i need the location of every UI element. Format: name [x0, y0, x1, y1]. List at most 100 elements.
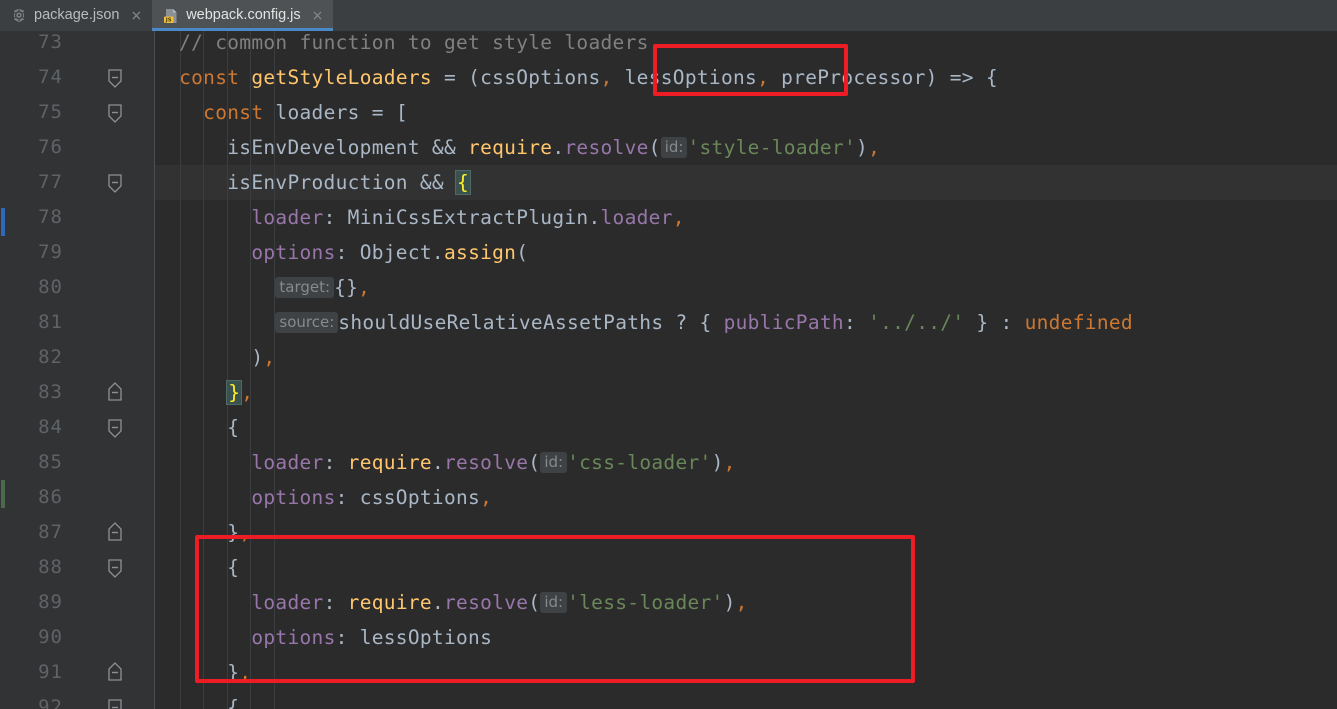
code-token: preProcessor) => { — [769, 66, 998, 89]
code-token: ) — [155, 346, 264, 369]
code-token: , — [358, 276, 371, 299]
line-number: 90 — [38, 626, 63, 648]
code-token: : — [323, 451, 348, 474]
code-line: loader: require.resolve(id:'css-loader')… — [155, 445, 736, 480]
line-number: 78 — [38, 206, 63, 228]
fold-end-icon[interactable] — [103, 655, 127, 690]
code-token: loader — [251, 451, 324, 474]
fold-end-icon[interactable] — [103, 515, 127, 550]
line-number: 74 — [38, 66, 63, 88]
tab-label: webpack.config.js — [186, 7, 301, 24]
line-number: 81 — [38, 311, 63, 333]
code-token: publicPath — [723, 311, 844, 334]
code-line: { — [155, 410, 239, 445]
code-token: . — [431, 451, 444, 474]
code-token: , — [757, 66, 770, 89]
line-number: 85 — [38, 451, 63, 473]
code-token: isEnvProduction && — [155, 171, 456, 194]
fold-collapse-icon[interactable] — [103, 550, 127, 585]
code-token: resolve — [564, 136, 649, 159]
code-token: : lessOptions — [335, 626, 493, 649]
line-number: 75 — [38, 101, 63, 123]
code-token: resolve — [444, 591, 529, 614]
line-number: 83 — [38, 381, 63, 403]
svg-text:JS: JS — [165, 17, 172, 23]
tab-webpack-config-js[interactable]: JS webpack.config.js × — [152, 0, 334, 31]
code-token: : — [843, 311, 869, 334]
fold-collapse-icon[interactable] — [103, 410, 127, 445]
code-token: options — [251, 626, 336, 649]
fold-collapse-icon[interactable] — [103, 60, 127, 95]
code-token: , — [600, 66, 613, 89]
close-icon[interactable]: × — [312, 9, 324, 23]
code-token: cssOptions — [480, 66, 601, 89]
line-number: 91 — [38, 661, 63, 683]
tab-package-json[interactable]: package.json × — [0, 0, 153, 31]
code-token: ( — [648, 136, 661, 159]
code-token: } — [155, 661, 240, 684]
code-token: ( — [528, 591, 541, 614]
line-number: 86 — [38, 486, 63, 508]
code-line: loader: MiniCssExtractPlugin.loader, — [155, 200, 685, 235]
code-line: { — [155, 550, 239, 585]
code-token: isEnvDevelopment && — [155, 136, 469, 159]
code-token: getStyleLoaders — [251, 66, 432, 89]
code-line: }, — [155, 375, 253, 410]
code-token: require — [468, 136, 553, 159]
code-token: } — [155, 521, 240, 544]
code-line: { — [155, 690, 239, 709]
code-token: 'style-loader' — [687, 136, 857, 159]
ide-window: package.json × JS webpack.config.js × 73… — [0, 0, 1337, 709]
code-line: // common function to get style loaders — [155, 31, 649, 60]
parameter-hint-inlay: target: — [275, 277, 335, 298]
code-token: const — [203, 101, 264, 124]
close-icon[interactable]: × — [130, 9, 142, 23]
code-token: , — [239, 661, 252, 684]
code-token: 'css-loader' — [567, 451, 712, 474]
line-number: 84 — [38, 416, 63, 438]
fold-collapse-icon[interactable] — [103, 165, 127, 200]
code-token: {} — [334, 276, 359, 299]
parameter-hint-inlay: id: — [540, 452, 568, 473]
code-token: . — [431, 591, 444, 614]
code-token: loaders = [ — [263, 101, 408, 124]
code-token: . — [552, 136, 565, 159]
fold-collapse-icon[interactable] — [103, 690, 127, 709]
code-token: undefined — [1024, 311, 1133, 334]
matching-brace-highlight: } — [227, 381, 242, 404]
line-number: 77 — [38, 171, 63, 193]
line-number: 80 — [38, 276, 63, 298]
code-token: loader — [600, 206, 673, 229]
parameter-hint-inlay: id: — [660, 137, 688, 158]
code-line: }, — [155, 515, 251, 550]
code-token: assign — [443, 241, 517, 264]
code-token: = ( — [431, 66, 481, 89]
code-token: : Object. — [335, 241, 444, 264]
line-number: 79 — [38, 241, 63, 263]
code-token: { — [155, 556, 240, 579]
code-editor[interactable]: 73 // common function to get style loade… — [0, 31, 1337, 709]
fold-collapse-icon[interactable] — [103, 95, 127, 130]
line-number: 87 — [38, 521, 63, 543]
matching-brace-highlight: { — [456, 171, 471, 194]
line-number: 76 — [38, 136, 63, 158]
fold-end-icon[interactable] — [103, 375, 127, 410]
code-line: options: Object.assign( — [155, 235, 528, 270]
code-token: shouldUseRelativeAssetPaths ? { — [338, 311, 724, 334]
line-number: 73 — [38, 31, 63, 53]
code-token: , — [239, 521, 252, 544]
code-line: }, — [155, 655, 251, 690]
code-token: { — [155, 696, 240, 709]
code-token: const — [179, 66, 240, 89]
code-line: options: lessOptions — [155, 620, 492, 655]
code-line: target: {}, — [155, 270, 370, 305]
